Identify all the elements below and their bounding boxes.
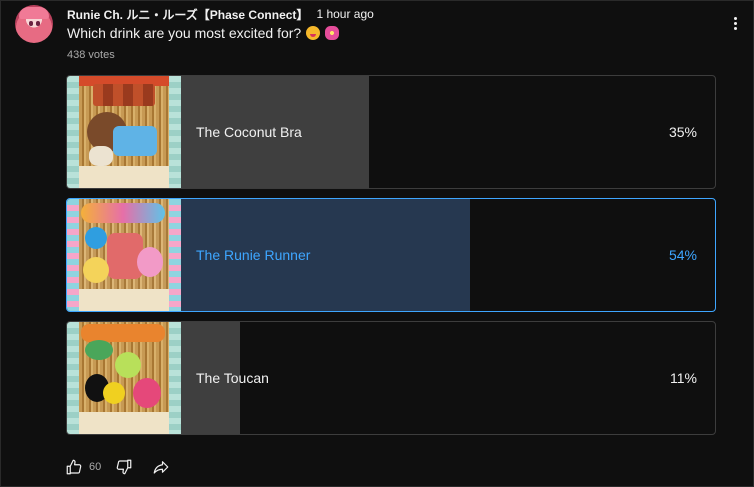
poll-post-card: Runie Ch. ルニ・ルーズ【Phase Connect】 1 hour a… <box>0 0 754 487</box>
share-button[interactable] <box>151 458 171 476</box>
avatar-hair <box>19 7 49 19</box>
poll-option-runie-runner[interactable]: The Runie Runner 54% <box>66 198 716 312</box>
engagement-bar: 60 <box>65 457 171 477</box>
share-icon <box>153 461 169 474</box>
poll-option-label: The Runie Runner <box>196 247 311 263</box>
avatar-eye <box>29 21 33 26</box>
more-actions-button[interactable] <box>725 13 745 33</box>
yum-face-emoji-icon <box>306 26 321 40</box>
like-count: 60 <box>89 461 102 473</box>
poll-question-text: Which drink are you most excited for? <box>67 25 302 41</box>
post-header: Runie Ch. ルニ・ルーズ【Phase Connect】 1 hour a… <box>67 6 374 23</box>
like-button[interactable] <box>65 458 83 476</box>
hibiscus-emoji-icon <box>325 26 340 40</box>
poll-option-toucan[interactable]: The Toucan 11% <box>66 321 716 435</box>
poll-option-percent: 54% <box>668 247 697 263</box>
poll-option-label: The Coconut Bra <box>196 124 302 140</box>
coconut-drink-poster-image <box>67 76 181 188</box>
toucan-drink-poster-image <box>67 322 181 434</box>
vote-count: 438 votes <box>67 49 115 61</box>
thumbs-down-icon <box>116 459 132 475</box>
poll-option-percent: 11% <box>670 370 697 386</box>
post-timestamp[interactable]: 1 hour ago <box>316 7 373 21</box>
kebab-dot-icon <box>733 26 737 30</box>
runie-runner-drink-poster-image <box>67 199 181 311</box>
channel-avatar[interactable] <box>15 5 53 43</box>
kebab-dot-icon <box>733 21 737 25</box>
channel-name[interactable]: Runie Ch. ルニ・ルーズ【Phase Connect】 <box>67 6 308 23</box>
poll-question: Which drink are you most excited for? <box>67 25 340 41</box>
poll-option-percent: 35% <box>668 124 697 140</box>
kebab-dot-icon <box>733 16 737 20</box>
poll-option-label: The Toucan <box>196 370 269 386</box>
poll-option-coconut-bra[interactable]: The Coconut Bra 35% <box>66 75 716 189</box>
dislike-button[interactable] <box>115 458 133 476</box>
avatar-eye <box>36 21 40 26</box>
thumbs-up-icon <box>66 459 82 475</box>
